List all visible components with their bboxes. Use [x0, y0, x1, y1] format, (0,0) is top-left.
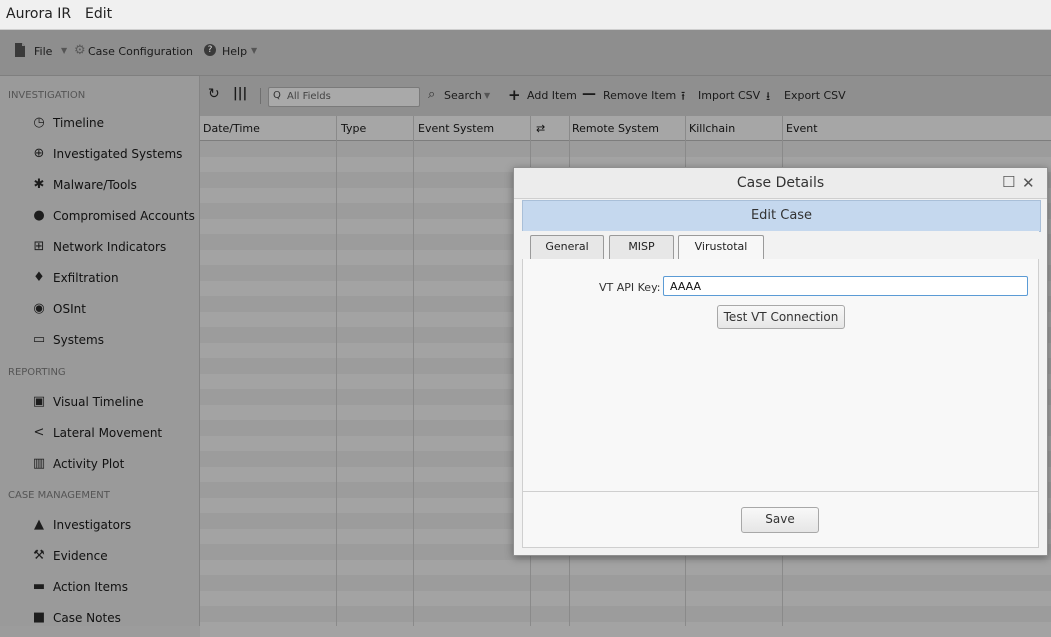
help-icon: ? — [204, 44, 216, 56]
save-button[interactable]: Save — [741, 507, 819, 533]
tab-general[interactable]: General — [530, 235, 604, 259]
minus-icon: — — [582, 86, 596, 102]
column-header[interactable]: Date/Time — [203, 122, 260, 135]
search-input[interactable]: Q All Fields — [268, 87, 420, 107]
drop-icon: ♦ — [33, 270, 45, 285]
monitor-icon: ▭ — [32, 332, 46, 347]
app-title[interactable]: Aurora IR — [6, 6, 71, 22]
section-case-management: CASE MANAGEMENT — [8, 490, 110, 501]
case-details-dialog: Case Details ☐ ✕ Edit Case General MISP … — [513, 167, 1048, 556]
tab-virustotal[interactable]: Virustotal — [678, 235, 764, 260]
sidebar: INVESTIGATION ◷ Timeline ⊕ Investigated … — [0, 76, 200, 626]
close-icon[interactable]: ✕ — [1022, 174, 1035, 192]
sidebar-item-label: Malware/Tools — [53, 178, 137, 192]
network-icon: ⊞ — [33, 239, 45, 254]
help-label: Help — [222, 45, 248, 58]
sidebar-item-label: Investigators — [53, 518, 132, 532]
dialog-title: Case Details — [736, 175, 825, 191]
file-label: File — [34, 45, 53, 58]
sidebar-item-label: Case Notes — [53, 611, 121, 625]
clock-icon: ◷ — [33, 115, 45, 130]
section-reporting: REPORTING — [8, 367, 66, 378]
test-vt-connection-button[interactable]: Test VT Connection — [717, 305, 845, 329]
sidebar-item-label: Lateral Movement — [53, 426, 163, 440]
note-icon: ■ — [32, 610, 46, 625]
barchart-icon: ▥ — [32, 456, 46, 471]
gavel-icon: ⚒ — [33, 548, 45, 563]
grid-header: Date/Time Type Event System ⇄ Remote Sys… — [200, 116, 1051, 141]
maximize-icon[interactable]: ☐ — [1002, 173, 1015, 191]
bug-icon: ✱ — [33, 177, 45, 192]
edit-menu[interactable]: Edit — [85, 6, 112, 22]
share-icon: < — [33, 425, 45, 440]
gears-icon: ⚙ — [74, 43, 86, 58]
add-item-button[interactable]: Add Item — [527, 89, 577, 102]
remove-item-button[interactable]: Remove Item — [603, 89, 676, 102]
column-header[interactable]: Event — [786, 122, 818, 135]
chevron-down-icon: ▼ — [61, 46, 68, 55]
columns-icon[interactable]: ||| — [233, 86, 247, 101]
edit-case-header: Edit Case — [522, 200, 1041, 232]
export-csv-button[interactable]: Export CSV — [784, 89, 846, 102]
vt-api-key-input[interactable]: AAAA — [663, 276, 1028, 296]
virustotal-panel: VT API Key: AAAA Test VT Connection — [522, 259, 1039, 491]
table-row[interactable] — [200, 606, 1051, 621]
user-icon: ▲ — [34, 517, 44, 532]
sidebar-item-label: Compromised Accounts — [53, 209, 195, 223]
sidebar-item-label: OSInt — [53, 302, 86, 316]
sidebar-item-label: Timeline — [53, 116, 105, 130]
vt-api-key-label: VT API Key: — [599, 281, 661, 294]
search-icon: Q — [273, 90, 281, 101]
file-icon — [15, 43, 25, 57]
plus-icon: + — [508, 86, 521, 104]
column-header[interactable]: Remote System — [572, 122, 659, 135]
case-configuration-label: Case Configuration — [88, 45, 194, 58]
dialog-titlebar[interactable]: Case Details ☐ ✕ — [514, 168, 1047, 199]
grid-toolbar: ↻ ||| Q All Fields ⌕ Search ▼ + Add Item… — [200, 76, 1051, 116]
table-row[interactable] — [200, 141, 1051, 156]
section-investigation: INVESTIGATION — [8, 90, 86, 101]
table-row[interactable] — [200, 559, 1051, 575]
sidebar-item-label: Network Indicators — [53, 240, 167, 254]
dialog-footer: Save — [522, 491, 1039, 548]
refresh-icon[interactable]: ↻ — [208, 86, 220, 102]
chevron-down-icon: ▼ — [251, 46, 258, 55]
column-header[interactable]: ⇄ — [536, 122, 545, 135]
sidebar-item-label: Investigated Systems — [53, 147, 183, 161]
sidebar-item-label: Visual Timeline — [53, 395, 144, 409]
table-row[interactable] — [200, 590, 1051, 606]
globe-icon: ◉ — [33, 301, 45, 316]
main-menubar: File ▼ ⚙ Case Configuration ? Help ▼ — [0, 30, 1051, 76]
toolbar-divider — [260, 88, 261, 104]
app-menubar: Aurora IR Edit — [0, 0, 1051, 30]
search-placeholder: All Fields — [287, 91, 331, 102]
magnifier-icon: ⊕ — [33, 146, 45, 161]
column-divider — [413, 116, 414, 626]
import-csv-button[interactable]: Import CSV — [698, 89, 760, 102]
table-row[interactable] — [200, 575, 1051, 590]
column-header[interactable]: Event System — [418, 122, 494, 135]
briefcase-icon: ▬ — [32, 579, 46, 594]
download-icon: ⭳ — [766, 89, 771, 103]
sidebar-item-label: Evidence — [53, 549, 108, 563]
users-icon: ● — [33, 208, 45, 223]
edit-case-title: Edit Case — [750, 208, 813, 223]
sidebar-item-label: Action Items — [53, 580, 128, 594]
column-header[interactable]: Killchain — [689, 122, 735, 135]
upload-icon: ⭱ — [681, 89, 686, 103]
sidebar-item-label: Systems — [53, 333, 104, 347]
chevron-down-icon[interactable]: ▼ — [484, 91, 490, 100]
dialog-tabs: General MISP Virustotal — [522, 231, 1039, 260]
tab-misp[interactable]: MISP — [609, 235, 674, 259]
sidebar-item-label: Activity Plot — [53, 457, 125, 471]
search-button[interactable]: Search — [444, 89, 482, 102]
column-divider — [336, 116, 337, 626]
sidebar-item-label: Exfiltration — [53, 271, 119, 285]
calendar-icon: ▣ — [32, 394, 46, 409]
column-header[interactable]: Type — [341, 122, 366, 135]
search-icon: ⌕ — [428, 87, 436, 102]
table-row[interactable] — [200, 621, 1051, 637]
